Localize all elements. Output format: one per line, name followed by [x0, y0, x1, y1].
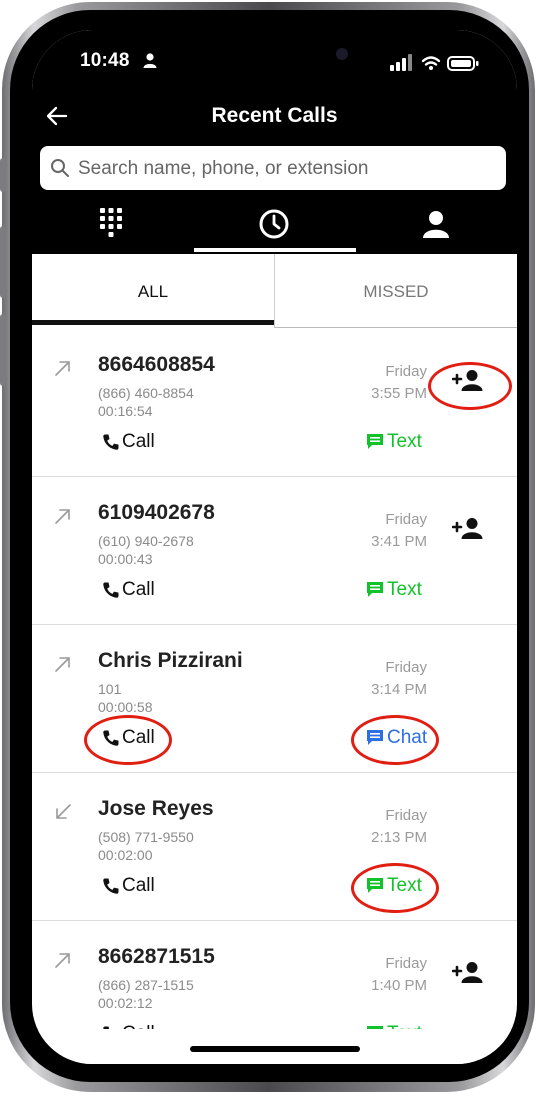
- call-button[interactable]: Call: [102, 1021, 155, 1029]
- call-day: Friday: [385, 807, 427, 824]
- caller-number: (866) 460-8854: [98, 385, 194, 401]
- battery-icon: [447, 56, 479, 71]
- caller-number: (508) 771-9550: [98, 829, 194, 845]
- call-duration: 00:16:54: [98, 403, 153, 419]
- caller-name: 8662871515: [98, 945, 215, 968]
- call-time: 2:13 PM: [371, 829, 427, 846]
- call-button-label: Call: [122, 875, 155, 896]
- outgoing-call-arrow-icon: [55, 361, 70, 376]
- page-title: Recent Calls: [211, 104, 338, 127]
- message-button-label: Text: [387, 431, 422, 452]
- text-button[interactable]: Text: [366, 1021, 422, 1029]
- contacts-icon: [423, 211, 449, 238]
- call-row[interactable]: Jose Reyes (508) 771-9550 00:02:00 Friday 2:…: [32, 773, 517, 921]
- call-time: 3:55 PM: [371, 385, 427, 402]
- tab-contacts[interactable]: [356, 204, 516, 248]
- call-button-label: Call: [122, 1023, 155, 1029]
- chat-button[interactable]: Chat: [366, 725, 427, 751]
- text-message-icon: [367, 582, 383, 597]
- caller-name: 8664608854: [98, 353, 215, 376]
- dynamic-island: [176, 36, 368, 94]
- active-tab-indicator: [194, 248, 356, 252]
- call-duration: 00:02:00: [98, 847, 153, 863]
- text-button[interactable]: Text: [366, 873, 422, 899]
- search-input[interactable]: [76, 146, 500, 192]
- caller-number: 101: [98, 681, 122, 697]
- caller-name: Jose Reyes: [98, 797, 214, 820]
- call-day: Friday: [385, 955, 427, 972]
- search-bar[interactable]: [40, 146, 506, 192]
- call-day: Friday: [385, 363, 427, 380]
- message-button-label: Text: [387, 1023, 422, 1029]
- call-time: 3:41 PM: [371, 533, 427, 550]
- call-button[interactable]: Call: [102, 725, 155, 751]
- call-row[interactable]: 8664608854 (866) 460-8854 00:16:54 Friday 3:…: [32, 329, 517, 477]
- caller-number: (866) 287-1515: [98, 977, 194, 993]
- text-message-icon: [367, 878, 383, 893]
- call-row[interactable]: Chris Pizzirani 101 00:00:58 Friday 3:14 PM C…: [32, 625, 517, 773]
- home-indicator[interactable]: [190, 1046, 360, 1052]
- message-button-label: Text: [387, 579, 422, 600]
- call-button-label: Call: [122, 579, 155, 600]
- phone-icon: [103, 434, 119, 450]
- status-icons: [390, 52, 486, 79]
- dialpad-icon: [100, 208, 122, 237]
- cellular-signal-icon: [390, 54, 412, 71]
- call-list: 8664608854 (866) 460-8854 00:16:54 Friday 3:…: [32, 329, 517, 1029]
- add-contact-icon[interactable]: [452, 369, 484, 393]
- message-button-label: Text: [387, 875, 422, 896]
- clock-icon: [259, 209, 289, 239]
- call-row[interactable]: 8662871515 (866) 287-1515 00:02:12 Friday 1:…: [32, 921, 517, 1029]
- tab-dialpad[interactable]: [32, 204, 192, 248]
- call-time: 1:40 PM: [371, 977, 427, 994]
- caller-name: Chris Pizzirani: [98, 649, 243, 672]
- phone-volume-down: [0, 314, 6, 386]
- phone-volume-up: [0, 226, 6, 298]
- message-button-label: Chat: [387, 727, 428, 748]
- call-button-label: Call: [122, 431, 155, 452]
- caller-number: (610) 940-2678: [98, 533, 194, 549]
- status-time: 10:48: [80, 50, 130, 71]
- phone-icon: [103, 1026, 110, 1029]
- chat-icon: [367, 730, 383, 745]
- incoming-call-arrow-icon: [56, 804, 71, 819]
- call-row[interactable]: 6109402678 (610) 940-2678 00:00:43 Friday 3:…: [32, 477, 517, 625]
- call-button[interactable]: Call: [102, 577, 155, 603]
- tab-recent-calls[interactable]: [194, 204, 354, 248]
- outgoing-call-arrow-icon: [55, 509, 70, 524]
- phone-screen: 10:48 Recent Calls Search name, phone, o…: [32, 30, 517, 1064]
- tab-all-underline: [32, 320, 274, 325]
- add-contact-icon[interactable]: [452, 961, 484, 985]
- call-duration: 00:02:12: [98, 995, 153, 1011]
- phone-icon: [103, 730, 119, 746]
- tab-all[interactable]: ALL: [32, 254, 274, 328]
- phone-icon: [103, 878, 119, 894]
- call-filter-tabs: ALL MISSED: [32, 254, 517, 328]
- search-icon: [51, 159, 69, 177]
- camera-icon: [336, 48, 348, 60]
- call-button[interactable]: Call: [102, 873, 155, 899]
- call-time: 3:14 PM: [371, 681, 427, 698]
- tab-missed[interactable]: MISSED: [274, 254, 517, 328]
- text-button[interactable]: Text: [366, 429, 422, 455]
- call-day: Friday: [385, 511, 427, 528]
- call-day: Friday: [385, 659, 427, 676]
- call-button-label: Call: [122, 727, 155, 748]
- add-contact-icon[interactable]: [452, 517, 484, 541]
- text-button[interactable]: Text: [366, 577, 422, 603]
- call-button[interactable]: Call: [102, 429, 155, 455]
- text-message-icon: [367, 1026, 383, 1029]
- text-message-icon: [367, 434, 383, 449]
- outgoing-call-arrow-icon: [55, 953, 70, 968]
- outgoing-call-arrow-icon: [55, 657, 70, 672]
- wifi-icon: [421, 56, 441, 66]
- status-person-icon: [143, 53, 157, 68]
- call-duration: 00:00:43: [98, 551, 153, 567]
- phone-mute-switch: [0, 158, 6, 192]
- call-duration: 00:00:58: [98, 699, 153, 715]
- phone-icon: [103, 582, 119, 598]
- caller-name: 6109402678: [98, 501, 215, 524]
